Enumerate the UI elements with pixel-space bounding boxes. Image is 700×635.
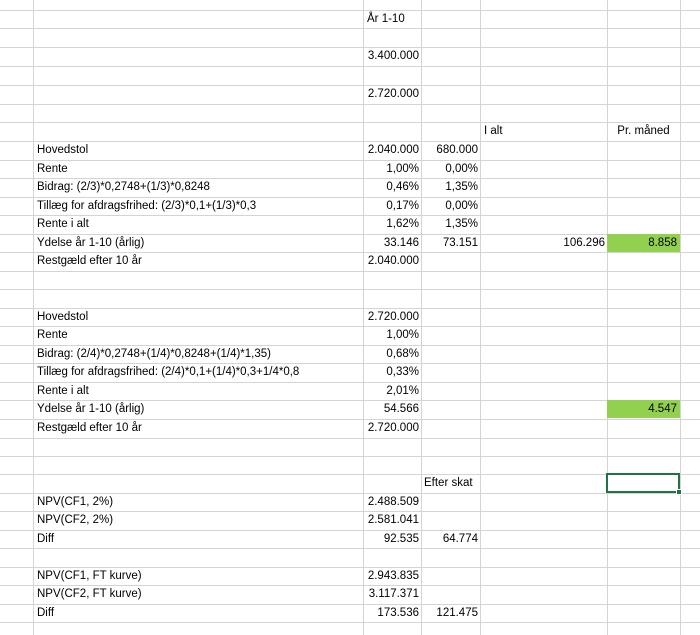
header-pr-maaned-cell[interactable]: Pr. måned bbox=[607, 122, 680, 140]
label-cell[interactable]: Bidrag: (2/3)*0,2748+(1/3)*0,8248 bbox=[33, 178, 363, 196]
value-cell[interactable]: 73.151 bbox=[421, 234, 480, 252]
row-line bbox=[0, 28, 700, 29]
row-line bbox=[0, 474, 700, 475]
value-cell[interactable]: 54.566 bbox=[363, 400, 421, 418]
value-cell[interactable]: 2.720.000 bbox=[363, 419, 421, 437]
row-line bbox=[0, 66, 700, 67]
label-cell[interactable]: Diff bbox=[33, 604, 363, 622]
value-cell[interactable]: 173.536 bbox=[363, 604, 421, 622]
column-line bbox=[480, 0, 481, 635]
label-cell[interactable]: NPV(CF1, 2%) bbox=[33, 493, 363, 511]
value-cell[interactable]: 0,00% bbox=[421, 197, 480, 215]
label-cell[interactable]: Restgæld efter 10 år bbox=[33, 419, 363, 437]
row-line bbox=[0, 271, 700, 272]
label-cell[interactable]: Bidrag: (2/4)*0,2748+(1/4)*0,8248+(1/4)*… bbox=[33, 345, 363, 363]
value-cell[interactable]: 92.535 bbox=[363, 530, 421, 548]
monthly-highlight-cell[interactable]: 8.858 bbox=[607, 234, 680, 252]
row-line bbox=[0, 85, 700, 86]
value-cell[interactable]: 1,00% bbox=[363, 160, 421, 178]
label-cell[interactable]: Tillæg for afdragsfrihed: (2/3)*0,1+(1/3… bbox=[33, 197, 363, 215]
value-cell[interactable]: 1,00% bbox=[363, 326, 421, 344]
value-cell[interactable]: 2.488.509 bbox=[363, 493, 421, 511]
monthly-highlight-cell[interactable]: 4.547 bbox=[607, 400, 680, 418]
value-cell[interactable]: 2.040.000 bbox=[363, 252, 421, 270]
header-efter-skat-cell[interactable]: Efter skat bbox=[421, 474, 480, 492]
label-cell[interactable]: Hovedstol bbox=[33, 308, 363, 326]
value-cell[interactable]: 0,46% bbox=[363, 178, 421, 196]
label-cell[interactable]: Hovedstol bbox=[33, 141, 363, 159]
label-cell[interactable]: NPV(CF2, 2%) bbox=[33, 511, 363, 529]
column-line bbox=[607, 0, 608, 635]
value-cell[interactable]: 2.581.041 bbox=[363, 511, 421, 529]
value-cell[interactable]: 2.720.000 bbox=[363, 308, 421, 326]
value-cell[interactable]: 2.943.835 bbox=[363, 567, 421, 585]
header-value-cell[interactable]: 3.400.000 bbox=[363, 47, 421, 65]
label-cell[interactable]: Tillæg for afdragsfrihed: (2/4)*0,1+(1/4… bbox=[33, 363, 363, 381]
row-line bbox=[0, 548, 700, 549]
label-cell[interactable]: Ydelse år 1-10 (årlig) bbox=[33, 234, 363, 252]
header-i-alt-cell[interactable]: I alt bbox=[480, 122, 607, 140]
value-cell[interactable]: 33.146 bbox=[363, 234, 421, 252]
header-value-cell[interactable]: 2.720.000 bbox=[363, 85, 421, 103]
value-cell[interactable]: 2,01% bbox=[363, 382, 421, 400]
row-line bbox=[0, 622, 700, 623]
value-cell[interactable]: 2.040.000 bbox=[363, 141, 421, 159]
row-line bbox=[0, 289, 700, 290]
row-line bbox=[0, 47, 700, 48]
label-cell[interactable]: NPV(CF2, FT kurve) bbox=[33, 585, 363, 603]
column-line bbox=[680, 0, 681, 635]
value-cell[interactable]: 121.475 bbox=[421, 604, 480, 622]
label-cell[interactable]: Diff bbox=[33, 530, 363, 548]
label-cell[interactable]: Rente i alt bbox=[33, 382, 363, 400]
active-cell-selection[interactable] bbox=[606, 473, 680, 493]
value-cell[interactable]: 0,00% bbox=[421, 160, 480, 178]
value-cell[interactable]: 1,35% bbox=[421, 178, 480, 196]
row-line bbox=[0, 438, 700, 439]
total-cell[interactable]: 106.296 bbox=[480, 234, 607, 252]
label-cell[interactable]: Rente bbox=[33, 326, 363, 344]
row-line bbox=[0, 456, 700, 457]
label-cell[interactable]: Rente i alt bbox=[33, 215, 363, 233]
row-line bbox=[0, 104, 700, 105]
label-cell[interactable]: Ydelse år 1-10 (årlig) bbox=[33, 400, 363, 418]
value-cell[interactable]: 0,68% bbox=[363, 345, 421, 363]
value-cell[interactable]: 0,17% bbox=[363, 197, 421, 215]
spreadsheet-grid[interactable]: År 1-10 3.400.000 2.720.000 I alt Pr. må… bbox=[0, 0, 700, 635]
value-cell[interactable]: 0,33% bbox=[363, 363, 421, 381]
header-period-cell[interactable]: År 1-10 bbox=[363, 10, 421, 28]
value-cell[interactable]: 3.117.371 bbox=[363, 585, 421, 603]
row-line bbox=[0, 10, 700, 11]
value-cell[interactable]: 680.000 bbox=[421, 141, 480, 159]
value-cell[interactable]: 1,35% bbox=[421, 215, 480, 233]
label-cell[interactable]: NPV(CF1, FT kurve) bbox=[33, 567, 363, 585]
fill-handle[interactable] bbox=[676, 489, 682, 495]
label-cell[interactable]: Restgæld efter 10 år bbox=[33, 252, 363, 270]
value-cell[interactable]: 1,62% bbox=[363, 215, 421, 233]
value-cell[interactable]: 64.774 bbox=[421, 530, 480, 548]
label-cell[interactable]: Rente bbox=[33, 160, 363, 178]
